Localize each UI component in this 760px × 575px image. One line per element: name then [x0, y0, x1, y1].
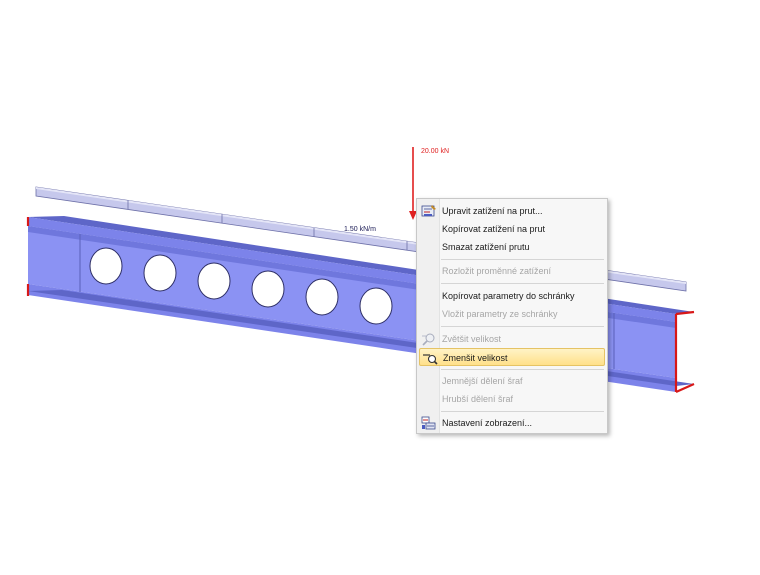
menu-item-delete-member-load[interactable]: Smazat zatížení prutu [419, 238, 605, 256]
menu-item-decrease-size[interactable]: Zmenšit velikost [419, 348, 605, 366]
menu-separator [441, 326, 604, 327]
menu-item-copy-parameters[interactable]: Kopírovat parametry do schránky [419, 287, 605, 305]
menu-item-label: Zmenšit velikost [443, 353, 508, 363]
model-canvas: 1.50 kN/m 20.00 kN [26, 147, 695, 394]
menu-separator [441, 259, 604, 260]
menu-item-label: Kopírovat zatížení na prut [442, 224, 546, 234]
line-load-label: 1.50 kN/m [344, 226, 376, 233]
menu-item-coarser-hatching[interactable]: Hrubší dělení šraf [419, 390, 605, 408]
menu-item-paste-parameters[interactable]: Vložit parametry ze schránky [419, 305, 605, 323]
menu-item-display-settings[interactable]: Nastavení zobrazení... [419, 414, 605, 432]
menu-item-label: Hrubší dělení šraf [442, 394, 514, 404]
zoom-in-icon [421, 332, 437, 346]
menu-item-label: Jemnější dělení šraf [442, 376, 523, 386]
menu-separator [441, 369, 604, 370]
menu-item-label: Nastavení zobrazení... [442, 418, 533, 428]
menu-item-label: Zvětšit velikost [442, 334, 502, 344]
menu-item-finer-hatching[interactable]: Jemnější dělení šraf [419, 372, 605, 390]
edit-member-load-icon [421, 204, 437, 218]
menu-item-edit-member-load[interactable]: Upravit zatížení na prut... [419, 202, 605, 220]
menu-item-label: Vložit parametry ze schránky [442, 309, 558, 319]
menu-item-increase-size[interactable]: Zvětšit velikost [419, 330, 605, 348]
menu-separator [441, 283, 604, 284]
menu-item-distribute-varying-load[interactable]: Rozložit proměnné zatížení [419, 262, 605, 280]
display-settings-icon [421, 416, 437, 430]
context-menu: Upravit zatížení na prut... Kopírovat za… [416, 198, 608, 434]
menu-item-label: Kopírovat parametry do schránky [442, 291, 575, 301]
menu-item-label: Upravit zatížení na prut... [442, 206, 543, 216]
point-load-label: 20.00 kN [421, 148, 449, 155]
menu-separator [441, 411, 604, 412]
menu-item-copy-member-load[interactable]: Kopírovat zatížení na prut [419, 220, 605, 238]
zoom-out-icon [422, 351, 438, 365]
menu-item-label: Rozložit proměnné zatížení [442, 266, 552, 276]
menu-item-label: Smazat zatížení prutu [442, 242, 530, 252]
model-viewport[interactable]: 1.50 kN/m 20.00 kN [0, 0, 760, 570]
